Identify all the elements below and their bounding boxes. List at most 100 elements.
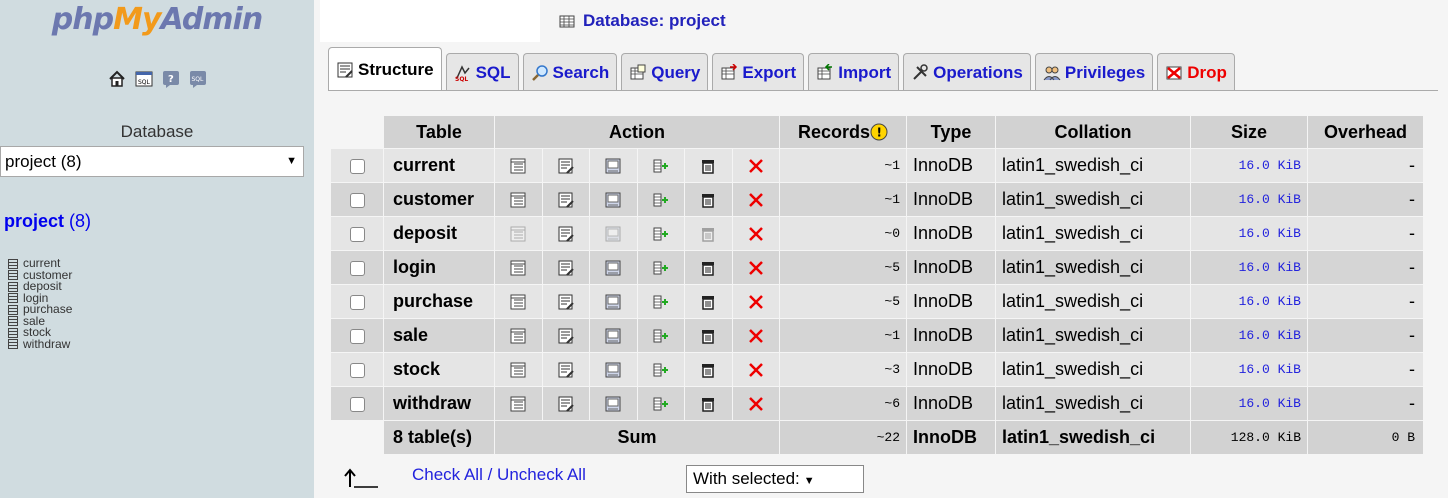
structure-button[interactable] (542, 353, 589, 386)
column-header-type[interactable]: Type (907, 116, 995, 148)
structure-button[interactable] (542, 251, 589, 284)
database-select[interactable]: project (8) ▼ (0, 146, 304, 177)
size-link[interactable]: 16.0 KiB (1191, 285, 1307, 318)
warning-icon[interactable]: ! (870, 123, 888, 141)
table-row[interactable]: purchase ~5 InnoDB latin1_swedish_ci 16.0 Ki… (331, 285, 1423, 318)
size-link[interactable]: 16.0 KiB (1191, 353, 1307, 386)
database-link[interactable]: project (8) (4, 211, 91, 232)
search-button[interactable] (590, 217, 637, 250)
sql-query-icon[interactable]: SQL (135, 70, 153, 88)
column-header-table[interactable]: Table (384, 116, 494, 148)
table-name-link[interactable]: withdraw (384, 387, 494, 420)
row-checkbox[interactable] (349, 158, 365, 174)
table-name-link[interactable]: purchase (384, 285, 494, 318)
table-row[interactable]: deposit ~0 InnoDB latin1_swedish_ci 16.0 KiB… (331, 217, 1423, 250)
with-selected-dropdown[interactable]: With selected: ▼ (686, 465, 864, 493)
browse-button[interactable] (495, 251, 542, 284)
drop-button[interactable] (732, 285, 779, 318)
drop-button[interactable] (732, 387, 779, 420)
search-button[interactable] (590, 149, 637, 182)
drop-button[interactable] (732, 217, 779, 250)
browse-button[interactable] (495, 285, 542, 318)
column-header-records[interactable]: Records! (780, 116, 906, 148)
row-checkbox[interactable] (349, 294, 365, 310)
browse-button[interactable] (495, 353, 542, 386)
insert-button[interactable] (637, 387, 684, 420)
structure-button[interactable] (542, 285, 589, 318)
insert-button[interactable] (637, 285, 684, 318)
drop-button[interactable] (732, 183, 779, 216)
insert-button[interactable] (637, 353, 684, 386)
insert-button[interactable] (637, 149, 684, 182)
phpmyadmin-logo[interactable]: phpMyAdmin (0, 2, 314, 37)
browse-button[interactable] (495, 319, 542, 352)
nav-table-item[interactable]: withdraw (8, 338, 72, 351)
row-checkbox[interactable] (349, 328, 365, 344)
check-all-link[interactable]: Check All (412, 465, 483, 484)
row-checkbox[interactable] (349, 226, 365, 242)
row-checkbox[interactable] (349, 362, 365, 378)
search-button[interactable] (590, 285, 637, 318)
insert-button[interactable] (637, 251, 684, 284)
row-checkbox[interactable] (349, 396, 365, 412)
tab-operations[interactable]: Operations (903, 53, 1031, 91)
tab-search[interactable]: Search (522, 53, 618, 91)
table-row[interactable]: customer ~1 InnoDB latin1_swedish_ci 16.0 Ki… (331, 183, 1423, 216)
size-link[interactable]: 16.0 KiB (1191, 251, 1307, 284)
empty-button[interactable] (685, 353, 732, 386)
browse-button[interactable] (495, 387, 542, 420)
tab-query[interactable]: Query (621, 53, 709, 91)
structure-button[interactable] (542, 319, 589, 352)
browse-button[interactable] (495, 217, 542, 250)
structure-button[interactable] (542, 387, 589, 420)
size-link[interactable]: 16.0 KiB (1191, 183, 1307, 216)
row-checkbox[interactable] (349, 260, 365, 276)
table-row[interactable]: withdraw ~6 InnoDB latin1_swedish_ci 16.0 Ki… (331, 387, 1423, 420)
table-row[interactable]: sale ~1 InnoDB latin1_swedish_ci 16.0 KiB - (331, 319, 1423, 352)
home-icon[interactable] (108, 70, 126, 88)
table-name-link[interactable]: deposit (384, 217, 494, 250)
search-button[interactable] (590, 387, 637, 420)
browse-button[interactable] (495, 149, 542, 182)
column-header-overhead[interactable]: Overhead (1308, 116, 1423, 148)
tab-sql[interactable]: SQL SQL (445, 53, 519, 91)
search-button[interactable] (590, 353, 637, 386)
insert-button[interactable] (637, 217, 684, 250)
empty-button[interactable] (685, 149, 732, 182)
empty-button[interactable] (685, 217, 732, 250)
table-name-link[interactable]: customer (384, 183, 494, 216)
insert-button[interactable] (637, 183, 684, 216)
search-button[interactable] (590, 183, 637, 216)
tab-drop[interactable]: Drop (1157, 53, 1235, 91)
breadcrumb[interactable]: Database: project (559, 11, 726, 31)
empty-button[interactable] (685, 319, 732, 352)
column-header-size[interactable]: Size (1191, 116, 1307, 148)
size-link[interactable]: 16.0 KiB (1191, 149, 1307, 182)
browse-button[interactable] (495, 183, 542, 216)
size-link[interactable]: 16.0 KiB (1191, 319, 1307, 352)
insert-button[interactable] (637, 319, 684, 352)
tab-import[interactable]: Import (808, 53, 900, 91)
row-checkbox[interactable] (349, 192, 365, 208)
drop-button[interactable] (732, 149, 779, 182)
table-name-link[interactable]: stock (384, 353, 494, 386)
structure-button[interactable] (542, 217, 589, 250)
table-row[interactable]: stock ~3 InnoDB latin1_swedish_ci 16.0 KiB - (331, 353, 1423, 386)
drop-button[interactable] (732, 251, 779, 284)
search-button[interactable] (590, 251, 637, 284)
table-row[interactable]: login ~5 InnoDB latin1_swedish_ci 16.0 KiB - (331, 251, 1423, 284)
column-header-collation[interactable]: Collation (996, 116, 1190, 148)
search-button[interactable] (590, 319, 637, 352)
drop-button[interactable] (732, 319, 779, 352)
tab-structure[interactable]: Structure (328, 47, 442, 91)
table-name-link[interactable]: current (384, 149, 494, 182)
uncheck-all-link[interactable]: Uncheck All (497, 465, 586, 484)
drop-button[interactable] (732, 353, 779, 386)
tab-privileges[interactable]: Privileges (1034, 53, 1154, 91)
table-name-link[interactable]: sale (384, 319, 494, 352)
sql-window-icon[interactable]: SQL (189, 70, 207, 88)
table-row[interactable]: current ~1 InnoDB latin1_swedish_ci 16.0 KiB… (331, 149, 1423, 182)
help-icon[interactable]: ? (162, 70, 180, 88)
empty-button[interactable] (685, 387, 732, 420)
size-link[interactable]: 16.0 KiB (1191, 217, 1307, 250)
